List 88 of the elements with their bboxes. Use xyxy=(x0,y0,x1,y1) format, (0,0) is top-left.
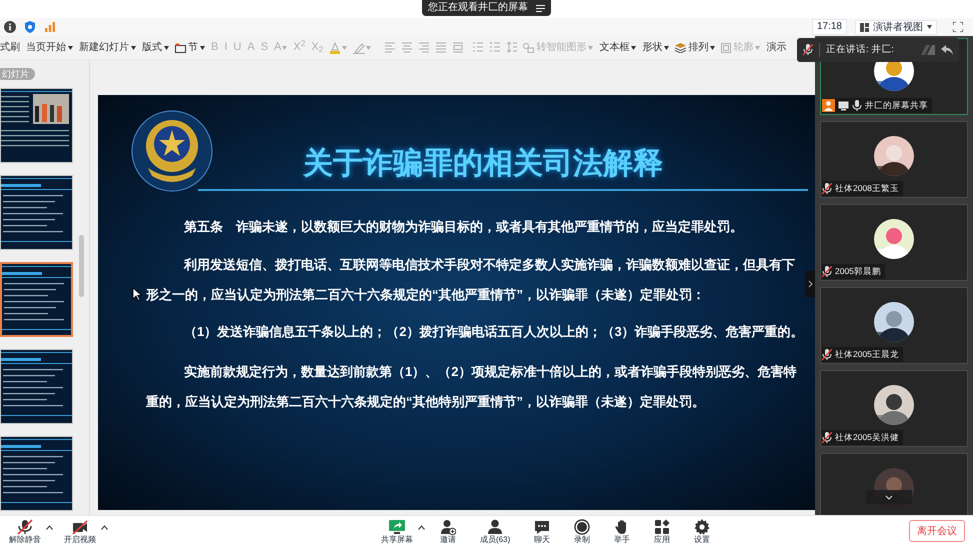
caret-icon xyxy=(366,46,372,50)
screen-share-icon xyxy=(389,518,405,534)
caret-icon[interactable] xyxy=(418,524,425,530)
slide-thumbnail[interactable] xyxy=(0,175,73,250)
record-icon xyxy=(574,518,590,534)
fullscreen-icon[interactable] xyxy=(953,22,963,32)
apps-icon xyxy=(654,518,670,534)
caret-icon xyxy=(927,25,932,29)
toolbar-button[interactable]: 开启视频 xyxy=(61,518,99,544)
toolbar-button[interactable]: 设置 xyxy=(691,518,714,544)
info-icon[interactable] xyxy=(4,21,16,33)
caret-icon[interactable] xyxy=(101,524,108,530)
clock-time: 17:18 xyxy=(812,19,847,35)
toolbar-button[interactable]: 举手 xyxy=(611,518,634,544)
toolbar-button[interactable]: 解除静音 xyxy=(6,518,44,544)
chevron-right-icon xyxy=(808,280,812,288)
caret-icon xyxy=(664,46,670,50)
participant-name: 2005郭晨鹏 xyxy=(835,267,881,276)
leave-meeting-button[interactable]: 离开会议 xyxy=(909,520,965,542)
toolbar-button[interactable]: 当页开始 xyxy=(26,42,73,52)
signal-bars-icon[interactable] xyxy=(44,21,56,33)
toolbar-button[interactable]: 录制 xyxy=(571,518,594,544)
chat-icon xyxy=(534,518,550,534)
toolbar-button[interactable]: 版式 xyxy=(142,42,169,52)
slide-title: 关于诈骗罪的相关司法解释 xyxy=(303,149,663,179)
emblem-icon xyxy=(130,110,214,192)
outline-icon xyxy=(721,42,732,52)
caret-icon xyxy=(131,46,136,50)
mic-muted-icon xyxy=(17,518,33,534)
toolbar-button[interactable]: 成员(63) xyxy=(477,518,514,544)
caret-icon xyxy=(164,46,169,50)
return-icon[interactable] xyxy=(941,45,953,55)
caret-icon[interactable] xyxy=(46,524,53,530)
menu-icon[interactable] xyxy=(536,4,545,12)
slide-text-line: 利用发送短信、拨打电话、互联网等电信技术手段对不特定多数人实施诈骗，诈骗数额难以查证，但具有下 xyxy=(182,257,796,273)
layers-icon xyxy=(675,42,686,52)
layout-icon xyxy=(860,22,869,32)
toolbar-button[interactable]: 邀请 xyxy=(437,518,459,544)
slide-thumbnail[interactable] xyxy=(0,262,73,337)
caret-icon xyxy=(710,46,716,50)
caret-icon xyxy=(755,46,760,50)
caret-icon xyxy=(68,46,73,50)
toolbar-button[interactable]: 形状 xyxy=(642,42,670,52)
caret-icon xyxy=(631,46,636,50)
host-icon xyxy=(822,99,835,112)
settings-icon xyxy=(694,518,710,534)
participant-name: 社体2005吴洪健 xyxy=(835,433,899,442)
banner-text: 您正在观看井匚的屏幕 xyxy=(428,3,528,13)
section-icon xyxy=(175,42,186,52)
toolbar-button[interactable]: 文本框 xyxy=(599,42,636,52)
toolbar-button[interactable]: 演示 xyxy=(766,42,786,52)
slide-text-line: 实施前款规定行为，数量达到前款第（1）、（2）项规定标准十倍以上的，或者诈骗手段特别恶劣、危害特 xyxy=(183,364,798,380)
slide-thumbnail[interactable] xyxy=(0,349,73,424)
caret-icon xyxy=(588,46,594,50)
participant-name: 井匚的屏幕共享 xyxy=(865,101,928,110)
participant-name: 社体2008王繁玉 xyxy=(835,184,899,193)
audio-wave-icon xyxy=(921,45,935,55)
toolbar-button[interactable]: 新建幻灯片 xyxy=(79,42,136,52)
person-icon xyxy=(487,518,504,534)
participant-name: 社体2005王晨龙 xyxy=(835,350,899,359)
add-person-icon xyxy=(440,518,456,534)
mic-muted-icon xyxy=(803,44,813,56)
toolbar-button[interactable]: 共享屏幕 xyxy=(378,518,416,544)
toolbar-button[interactable]: 排列 xyxy=(675,42,716,52)
slide-text-line: 重的，应当认定为刑法第二百六十六条规定的“其他特别严重情节”，以诈骗罪（未遂）定罪处罚。 xyxy=(146,394,706,410)
caret-icon xyxy=(342,46,348,50)
cursor-icon xyxy=(132,287,142,301)
slide-text-line: （1）发送诈骗信息五千条以上的；（2）拨打诈骗电话五百人次以上的；（3）诈骗手段恶劣、危害严重的。 xyxy=(183,324,804,340)
slide-text-line: 第五条 诈骗未遂，以数额巨大的财物为诈骗目标的，或者具有其他严重情节的，应当定罪处罚。 xyxy=(183,219,744,235)
slide-text-line: 形之一的，应当认定为刑法第二百六十六条规定的“其他严重情节”，以诈骗罪（未遂）定罪处罚： xyxy=(146,287,706,303)
camera-off-icon xyxy=(72,518,88,534)
slide-thumbnail[interactable] xyxy=(0,88,73,163)
screen-icon xyxy=(838,100,849,110)
caret-icon xyxy=(282,46,288,50)
scrollbar-thumb[interactable] xyxy=(79,235,84,297)
shield-icon[interactable] xyxy=(24,21,36,33)
speaker-text: 正在讲话: 井匚: xyxy=(826,45,894,55)
caret-icon xyxy=(200,46,205,50)
toolbar-button[interactable]: 应用 xyxy=(651,518,674,544)
panel-label: 幻灯片 xyxy=(0,68,35,80)
smartart-icon xyxy=(523,42,534,52)
presenter-view-button[interactable]: 演讲者视图 xyxy=(855,20,937,34)
toolbar-button[interactable]: 节 xyxy=(175,42,205,52)
expand-panel-button[interactable] xyxy=(805,271,815,297)
slide-thumbnail[interactable] xyxy=(0,436,73,511)
chevron-down-icon xyxy=(885,494,893,500)
toolbar-button[interactable]: 式刷 xyxy=(0,42,20,52)
toolbar-button[interactable]: 聊天 xyxy=(531,518,554,544)
